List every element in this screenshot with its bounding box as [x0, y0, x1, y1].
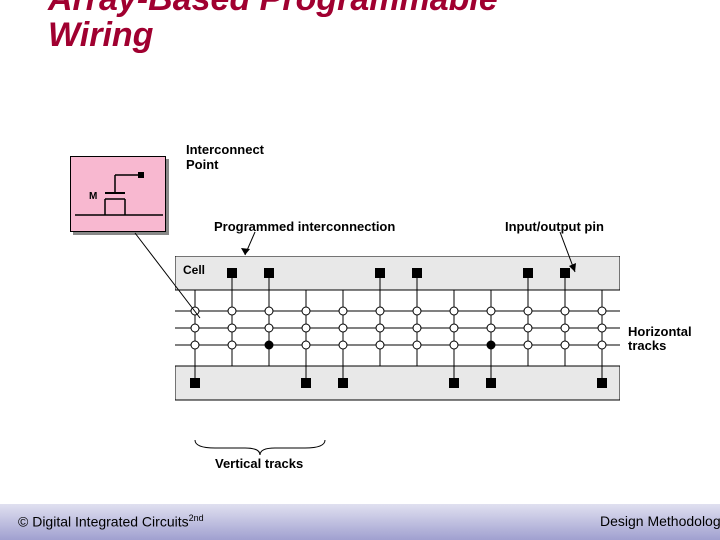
mosfet-icon: M — [71, 157, 167, 233]
vertical-tracks-label: Vertical tracks — [215, 456, 303, 471]
copyright-text: © Digital Integrated Circuits2nd — [18, 513, 204, 530]
cell-label: Cell — [183, 263, 205, 277]
interconnect-label: Interconnect Point — [186, 142, 264, 172]
programmed-interconnection-label: Programmed interconnection — [214, 219, 395, 234]
io-pin-label: Input/output pin — [505, 219, 604, 234]
title-line-2: Wiring — [48, 16, 153, 54]
interconnect-point-box: M — [70, 156, 166, 232]
wiring-array-diagram — [175, 256, 620, 451]
mosfet-label: M — [89, 191, 97, 202]
horizontal-tracks-label: Horizontal tracks — [628, 325, 692, 354]
design-methodology-label: Design Methodologie — [600, 513, 720, 529]
